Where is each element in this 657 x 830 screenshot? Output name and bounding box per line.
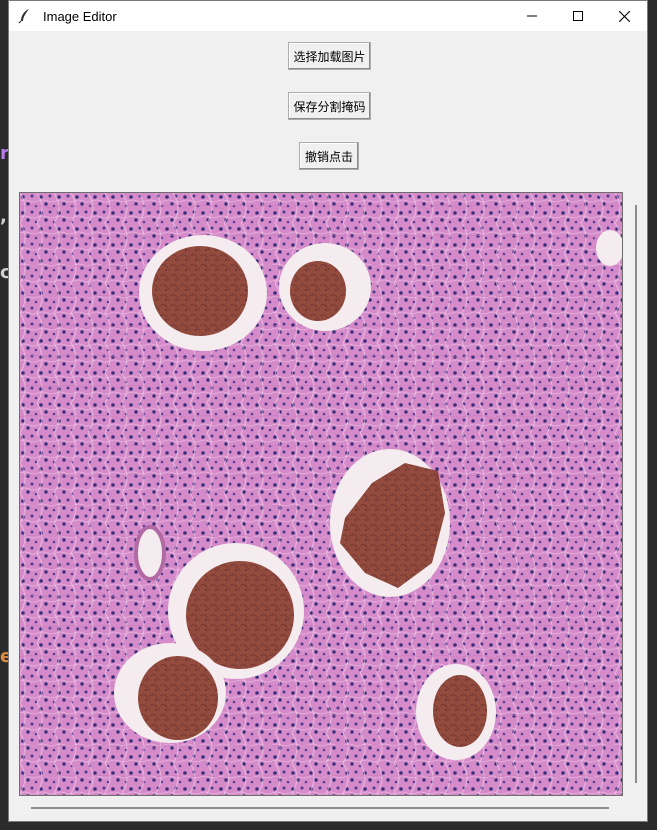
segmentation-mask-1 <box>152 246 248 336</box>
maximize-icon <box>573 11 583 21</box>
window-title: Image Editor <box>43 8 117 24</box>
segmentation-mask-6 <box>433 675 487 747</box>
close-icon <box>618 10 630 22</box>
background-desktop <box>0 0 8 830</box>
histology-image <box>20 193 622 795</box>
minimize-icon <box>527 15 537 17</box>
image-editor-window: Image Editor 选择加载图片 保存分割掩码 撤销点击 <box>8 0 648 822</box>
minimize-button[interactable] <box>509 1 555 31</box>
blood-vessel <box>134 525 166 581</box>
image-canvas[interactable] <box>19 192 623 796</box>
background-text-3: c <box>0 264 8 282</box>
undo-click-button[interactable]: 撤销点击 <box>299 142 359 170</box>
background-text-4: e <box>0 648 8 666</box>
background-text-2: , <box>0 208 7 226</box>
segmentation-mask-5 <box>138 656 218 740</box>
vertical-scrollbar[interactable] <box>635 205 637 783</box>
maximize-button[interactable] <box>555 1 601 31</box>
background-text-1: r <box>0 145 8 163</box>
title-bar[interactable]: Image Editor <box>9 1 647 31</box>
horizontal-scrollbar[interactable] <box>31 807 609 809</box>
close-button[interactable] <box>601 1 647 31</box>
save-mask-button[interactable]: 保存分割掩码 <box>288 92 371 120</box>
feather-icon <box>18 9 29 24</box>
load-image-button[interactable]: 选择加载图片 <box>288 42 371 70</box>
segmentation-mask-2 <box>290 261 346 321</box>
